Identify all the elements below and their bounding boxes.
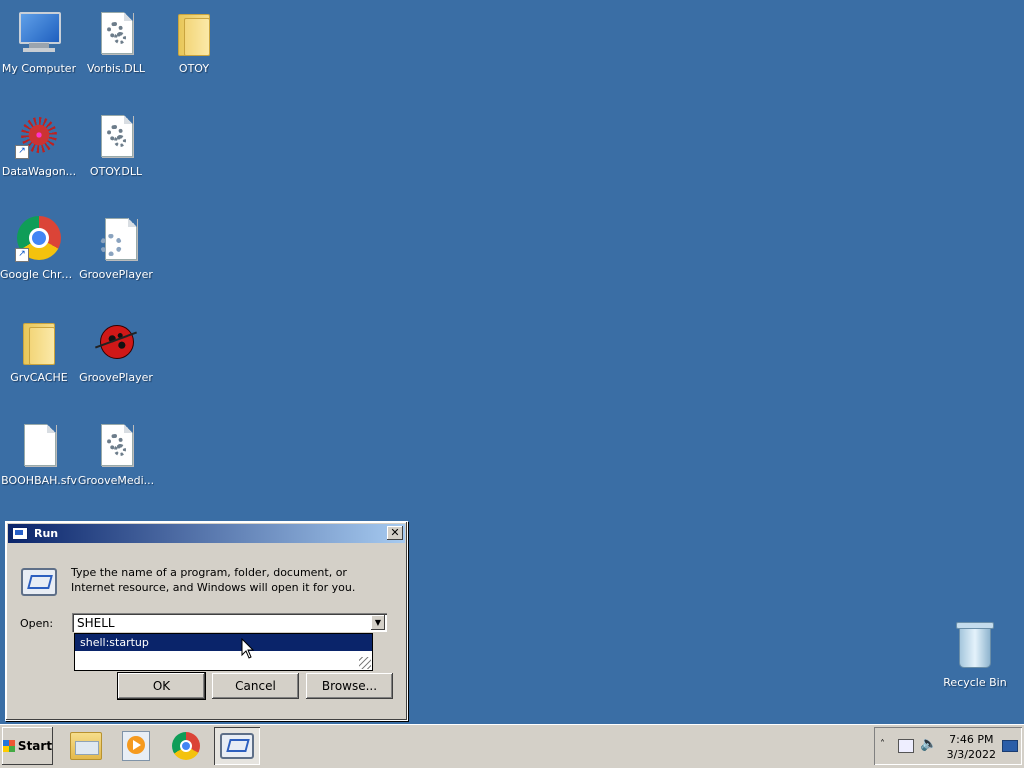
desktop-icon-label: GroovePlayer [79, 268, 153, 281]
run-icon [21, 568, 57, 596]
start-label: Start [17, 739, 53, 753]
desktop-icon-label: OTOY.DLL [89, 165, 143, 178]
start-button[interactable]: Start [2, 727, 53, 765]
desktop-icon-recycle-bin[interactable]: Recycle Bin [938, 622, 1012, 692]
explorer-icon [70, 732, 102, 760]
desktop-icon-label: Google Chrome [0, 268, 78, 281]
desktop-icon-grooveplayer-config[interactable]: GroovePlayer [77, 210, 155, 290]
desktop-icon-grooveplayer-app[interactable]: GroovePlayer [77, 313, 155, 393]
autocomplete-item[interactable]: shell:startup [75, 634, 372, 651]
media-player-icon [122, 731, 150, 761]
run-icon [220, 733, 254, 759]
blank-file-icon [15, 422, 63, 470]
dll-file-icon [92, 113, 140, 161]
ladybug-icon [92, 319, 140, 367]
ok-button[interactable]: OK [117, 672, 206, 700]
recycle-bin-icon [956, 622, 994, 668]
desktop-icon-label: Vorbis.DLL [87, 62, 145, 75]
dropdown-arrow-button[interactable]: ▼ [371, 615, 385, 630]
system-tray: ˄ 🔈 7:46 PM 3/3/2022 [874, 727, 1022, 765]
config-file-icon [92, 216, 140, 264]
chevron-down-icon: ▼ [374, 618, 382, 627]
desktop-icon-label: GroovePlayer [79, 371, 153, 384]
dialog-description: Type the name of a program, folder, docu… [71, 566, 356, 594]
mouse-cursor-icon [241, 638, 255, 659]
autocomplete-dropdown: shell:startup [74, 633, 373, 671]
browse-button[interactable]: Browse... [306, 673, 393, 699]
run-dialog: Run ✕ Type the name of a program, folder… [5, 521, 408, 721]
open-label: Open: [20, 617, 54, 630]
desktop-icon-vorbis-dll[interactable]: Vorbis.DLL [77, 4, 155, 84]
desktop-icon-otoy-dll[interactable]: OTOY.DLL [77, 107, 155, 187]
close-button[interactable]: ✕ [387, 526, 403, 540]
action-center-icon[interactable] [1002, 740, 1018, 752]
dll-file-icon [92, 10, 140, 58]
desktop-icon-label: My Computer [1, 62, 77, 75]
clock-date: 3/3/2022 [946, 748, 996, 761]
desktop-icon-label: OTOY [178, 62, 210, 75]
windows-logo-icon [2, 740, 15, 752]
desktop-icon-groovemedia[interactable]: GrooveMedi... [77, 416, 155, 496]
taskbar-media-player[interactable] [116, 727, 156, 765]
folder-icon [170, 10, 218, 58]
dll-file-icon [92, 422, 140, 470]
close-icon: ✕ [390, 526, 400, 539]
desktop-icon-label: BOOHBAH.sfv [1, 474, 77, 487]
chrome-icon: ↗ [15, 216, 63, 264]
volume-icon[interactable]: 🔈 [920, 736, 937, 752]
taskbar-explorer[interactable] [66, 727, 106, 765]
computer-icon [15, 10, 63, 58]
dialog-titlebar[interactable]: Run ✕ [8, 524, 405, 543]
show-hidden-icon[interactable]: ˄ [880, 739, 885, 750]
folder-icon [15, 319, 63, 367]
desktop-icon-boohbah[interactable]: BOOHBAH.sfv [0, 416, 78, 496]
taskbar: Start ˄ 🔈 7:46 PM 3/3/2022 [0, 724, 1024, 768]
taskbar-run[interactable] [214, 727, 260, 765]
desktop-icon-label: DataWagon... [1, 165, 77, 178]
resize-grip[interactable] [359, 657, 371, 669]
desktop-icon-datawagon[interactable]: ↗ DataWagon... [0, 107, 78, 187]
dialog-title: Run [34, 527, 59, 540]
clock[interactable]: 7:46 PM 3/3/2022 [947, 732, 996, 762]
open-input[interactable]: SHELL [77, 616, 115, 630]
clock-time: 7:46 PM [949, 733, 994, 746]
desktop-icon-my-computer[interactable]: My Computer [0, 4, 78, 84]
shortcut-arrow-icon: ↗ [15, 145, 29, 159]
desktop-icon-google-chrome[interactable]: ↗ Google Chrome [0, 210, 78, 290]
network-icon[interactable] [898, 739, 914, 753]
desktop-icon-otoy-folder[interactable]: OTOY [155, 4, 233, 84]
desktop-icon-label: GrvCACHE [10, 371, 68, 384]
datawagon-shortcut-icon: ↗ [15, 113, 63, 161]
run-title-icon [12, 527, 28, 540]
taskbar-chrome[interactable] [166, 727, 206, 765]
shortcut-arrow-icon: ↗ [15, 248, 29, 262]
cancel-button[interactable]: Cancel [212, 673, 299, 699]
desktop-icon-label: GrooveMedi... [77, 474, 155, 487]
chrome-icon [172, 732, 200, 760]
open-combobox[interactable]: SHELL ▼ [72, 613, 387, 632]
desktop-icon-grvcache[interactable]: GrvCACHE [0, 313, 78, 393]
desktop-icon-label: Recycle Bin [943, 676, 1007, 689]
